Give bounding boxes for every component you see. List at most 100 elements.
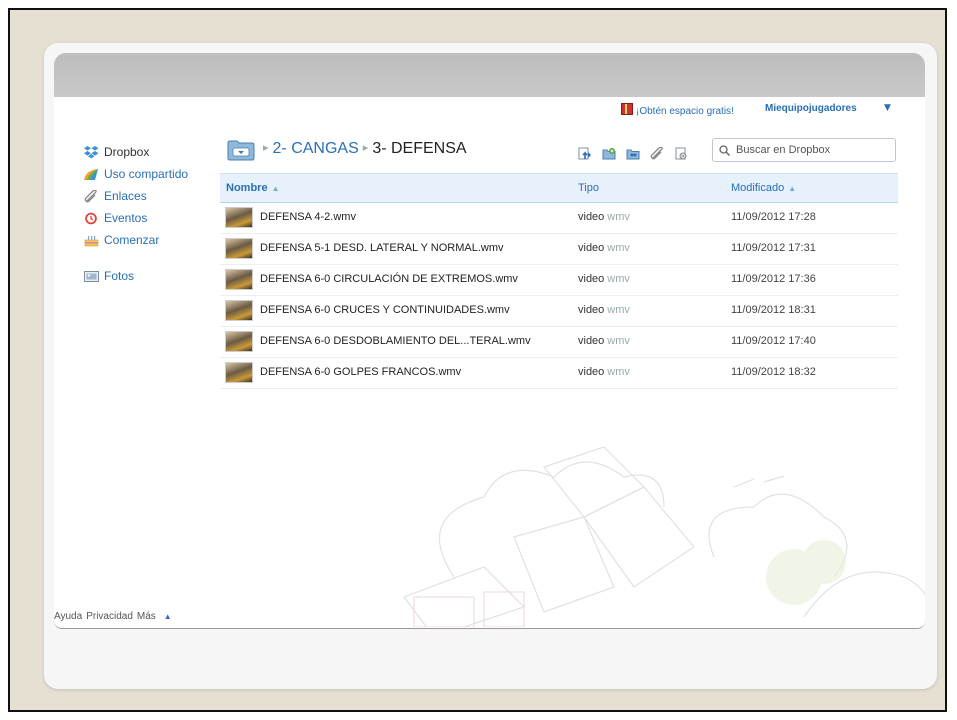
file-modified: 11/09/2012 17:31 (731, 242, 816, 254)
browser-banner (54, 53, 925, 99)
file-modified: 11/09/2012 17:36 (731, 273, 816, 285)
file-type: video wmv (578, 304, 630, 316)
upload-icon (578, 147, 591, 160)
table-row[interactable]: DEFENSA 6-0 DESDOBLAMIENTO DEL...TERAL.w… (220, 327, 898, 358)
breadcrumb-separator-icon: ▸ (362, 142, 369, 154)
top-bar: ¡Obtén espacio gratis! Miequipojugadores… (54, 97, 925, 123)
table-header: Nombre ▲ Tipo Modificado ▲ (220, 173, 898, 203)
video-thumbnail (225, 331, 253, 352)
new-folder-icon (602, 148, 616, 160)
column-header-type[interactable]: Tipo (578, 182, 599, 194)
file-ext: wmv (607, 304, 630, 316)
sidebar-item-label: Enlaces (104, 189, 147, 203)
footer-more-arrow-icon[interactable]: ▲ (164, 612, 172, 621)
search-icon (719, 144, 730, 156)
file-modified: 11/09/2012 18:31 (731, 304, 816, 316)
deleted-files-icon (675, 147, 687, 160)
column-header-modified[interactable]: Modificado ▲ (731, 182, 796, 194)
file-type-label: video (578, 304, 605, 316)
file-type: video wmv (578, 335, 630, 347)
table-row[interactable]: DEFENSA 6-0 CIRCULACIÓN DE EXTREMOS.wmv … (220, 265, 898, 296)
video-thumbnail (225, 207, 253, 228)
video-thumbnail (225, 300, 253, 321)
breadcrumb-separator-icon: ▸ (263, 142, 269, 154)
file-type: video wmv (578, 242, 630, 254)
sidebar-item-label: Dropbox (104, 145, 150, 159)
breadcrumb-current: 3- DEFENSA (372, 140, 467, 157)
account-menu[interactable]: Miequipojugadores (765, 103, 857, 114)
file-toolbar (578, 145, 688, 160)
footer-more-link[interactable]: Más (137, 611, 156, 622)
file-modified: 11/09/2012 18:32 (731, 366, 816, 378)
sidebar-item-label: Uso compartido (104, 167, 189, 181)
folder-icon (227, 140, 255, 161)
file-type-label: video (578, 211, 605, 223)
file-type-label: video (578, 335, 605, 347)
sidebar-item-sharing[interactable]: Uso compartido (84, 165, 224, 183)
sidebar-item-label: Eventos (104, 211, 148, 225)
sidebar-item-dropbox[interactable]: Dropbox (84, 143, 224, 161)
column-header-name-label: Nombre (226, 182, 268, 194)
folder-up-button[interactable] (227, 139, 255, 161)
gift-icon (621, 103, 633, 115)
free-space-label: ¡Obtén espacio gratis! (636, 106, 734, 117)
sidebar: Dropbox Uso compartido Enlaces Eventos C… (84, 143, 224, 289)
file-name[interactable]: DEFENSA 6-0 DESDOBLAMIENTO DEL...TERAL.w… (260, 335, 531, 347)
sidebar-item-label: Fotos (104, 269, 135, 283)
file-ext: wmv (607, 242, 630, 254)
file-name[interactable]: DEFENSA 6-0 GOLPES FRANCOS.wmv (260, 366, 461, 378)
sidebar-item-get-started[interactable]: Comenzar (84, 231, 224, 249)
file-type: video wmv (578, 366, 630, 378)
footer-privacy-link[interactable]: Privacidad (86, 611, 133, 622)
search-box[interactable] (712, 138, 896, 162)
shared-folder-button[interactable] (626, 145, 640, 160)
file-modified: 11/09/2012 17:40 (731, 335, 816, 347)
column-header-modified-label: Modificado (731, 182, 785, 194)
sort-ascending-icon: ▲ (788, 184, 797, 193)
file-name[interactable]: DEFENSA 5-1 DESD. LATERAL Y NORMAL.wmv (260, 242, 504, 254)
file-ext: wmv (607, 273, 630, 285)
events-icon (84, 212, 99, 225)
file-name[interactable]: DEFENSA 4-2.wmv (260, 211, 356, 223)
share-link-button[interactable] (650, 145, 664, 160)
account-dropdown-icon[interactable]: ▼ (884, 103, 891, 113)
sidebar-item-label: Comenzar (104, 233, 160, 247)
sidebar-item-events[interactable]: Eventos (84, 209, 224, 227)
file-ext: wmv (607, 335, 630, 347)
breadcrumb-parent[interactable]: 2- CANGAS (273, 140, 359, 157)
dropbox-logo-icon (84, 145, 99, 159)
deleted-files-button[interactable] (674, 145, 688, 160)
sharing-icon (84, 168, 99, 181)
file-ext: wmv (607, 366, 630, 378)
footer-links: Ayuda Privacidad Más ▲ (54, 611, 176, 622)
video-thumbnail (225, 362, 253, 383)
breadcrumb: ▸ 2- CANGAS ▸ 3- DEFENSA (259, 140, 467, 158)
column-header-name[interactable]: Nombre ▲ (226, 182, 279, 194)
table-row[interactable]: DEFENSA 5-1 DESD. LATERAL Y NORMAL.wmv v… (220, 234, 898, 265)
file-name[interactable]: DEFENSA 6-0 CRUCES Y CONTINUIDADES.wmv (260, 304, 510, 316)
background-illustration (403, 446, 925, 627)
file-type-label: video (578, 242, 605, 254)
file-type-label: video (578, 366, 605, 378)
new-folder-button[interactable] (602, 145, 616, 160)
dropbox-screen: ¡Obtén espacio gratis! Miequipojugadores… (54, 97, 925, 629)
upload-button[interactable] (578, 145, 592, 160)
sort-ascending-icon: ▲ (271, 184, 280, 193)
file-type: video wmv (578, 273, 630, 285)
sidebar-item-photos[interactable]: Fotos (84, 267, 224, 285)
file-type: video wmv (578, 211, 630, 223)
search-input[interactable] (734, 143, 888, 157)
table-row[interactable]: DEFENSA 4-2.wmv video wmv 11/09/2012 17:2… (220, 203, 898, 234)
video-thumbnail (225, 238, 253, 259)
file-name[interactable]: DEFENSA 6-0 CIRCULACIÓN DE EXTREMOS.wmv (260, 273, 518, 285)
table-row[interactable]: DEFENSA 6-0 GOLPES FRANCOS.wmv video wmv … (220, 358, 898, 389)
footer-help-link[interactable]: Ayuda (54, 611, 82, 622)
free-space-link[interactable]: ¡Obtén espacio gratis! (621, 103, 734, 117)
photos-icon (84, 270, 99, 283)
sidebar-item-links[interactable]: Enlaces (84, 187, 224, 205)
file-type-label: video (578, 273, 605, 285)
paperclip-icon (84, 189, 99, 203)
table-row[interactable]: DEFENSA 6-0 CRUCES Y CONTINUIDADES.wmv v… (220, 296, 898, 327)
file-modified: 11/09/2012 17:28 (731, 211, 816, 223)
